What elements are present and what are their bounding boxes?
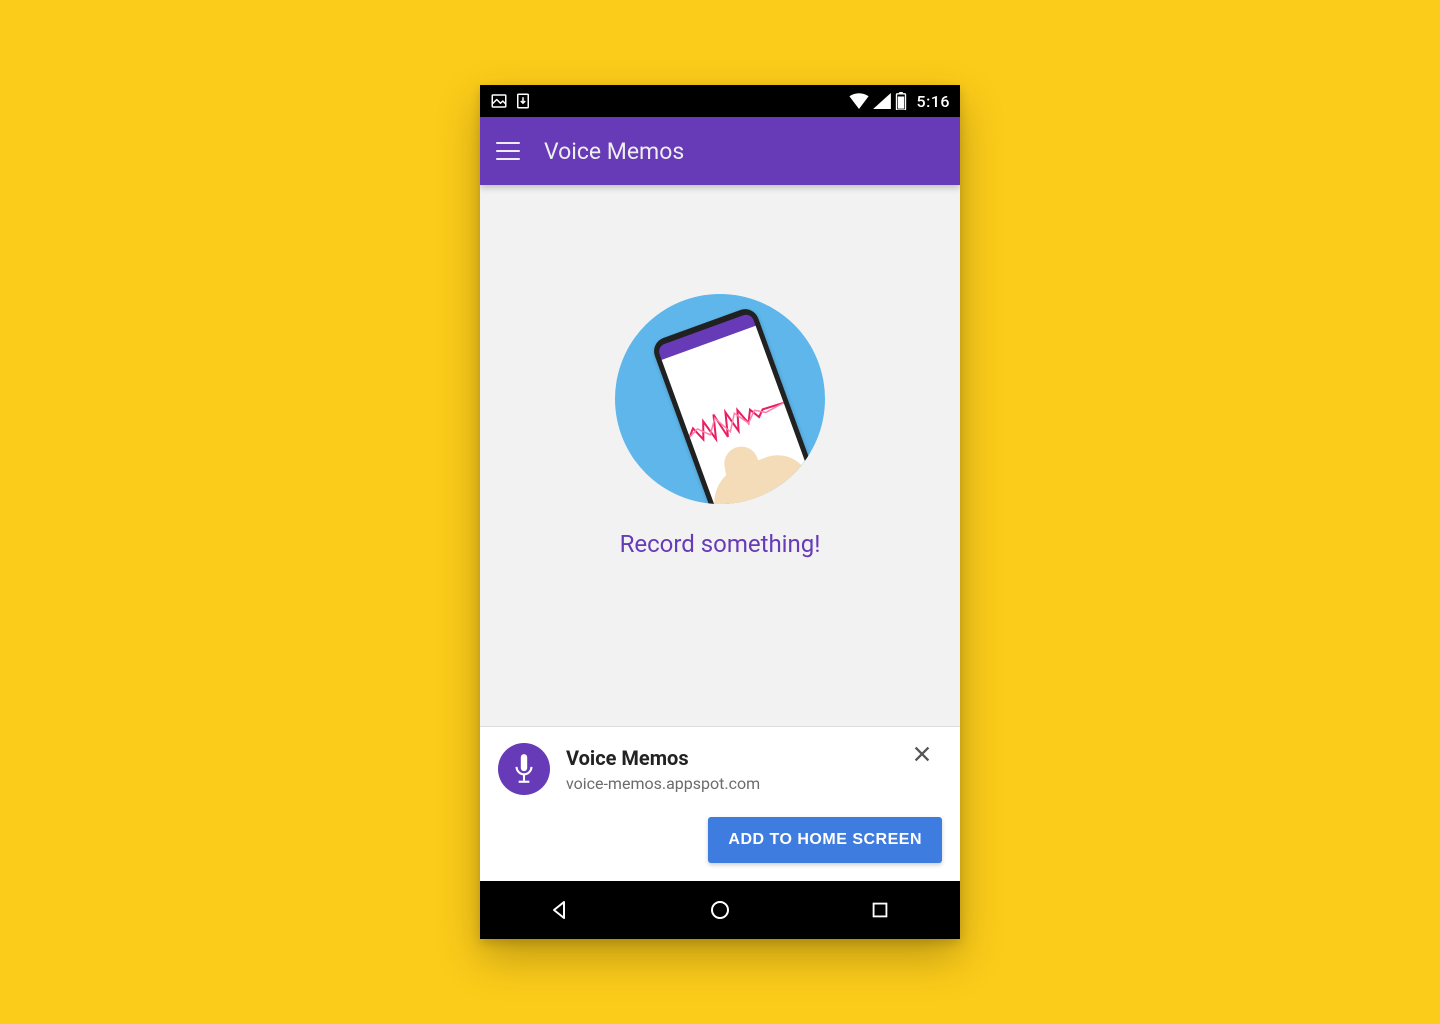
back-icon[interactable]: [540, 890, 580, 930]
status-right: 5:16: [849, 92, 951, 111]
recents-icon[interactable]: [860, 890, 900, 930]
hero-illustration: [615, 294, 825, 504]
install-app-host: voice-memos.appspot.com: [566, 774, 886, 793]
status-left: [490, 92, 532, 110]
mic-icon: [498, 743, 550, 795]
add-to-homescreen-button[interactable]: ADD TO HOME SCREEN: [708, 817, 942, 863]
download-notification-icon: [514, 92, 532, 110]
app-title: Voice Memos: [544, 138, 684, 165]
wifi-icon: [849, 93, 869, 109]
status-clock: 5:16: [917, 92, 951, 111]
battery-icon: [895, 92, 907, 110]
content-area: Record something!: [480, 185, 960, 726]
app-bar: Voice Memos: [480, 117, 960, 185]
empty-state-text: Record something!: [620, 530, 821, 558]
system-nav-bar: [480, 881, 960, 939]
cell-signal-icon: [873, 93, 891, 109]
image-notification-icon: [490, 92, 508, 110]
install-app-name: Voice Memos: [566, 746, 886, 770]
home-icon[interactable]: [700, 890, 740, 930]
install-banner: Voice Memos voice-memos.appspot.com ADD …: [480, 726, 960, 881]
status-bar: 5:16: [480, 85, 960, 117]
menu-icon[interactable]: [496, 142, 520, 160]
close-icon[interactable]: [911, 743, 933, 765]
mobile-screenshot: 5:16 Voice Memos: [480, 85, 960, 939]
